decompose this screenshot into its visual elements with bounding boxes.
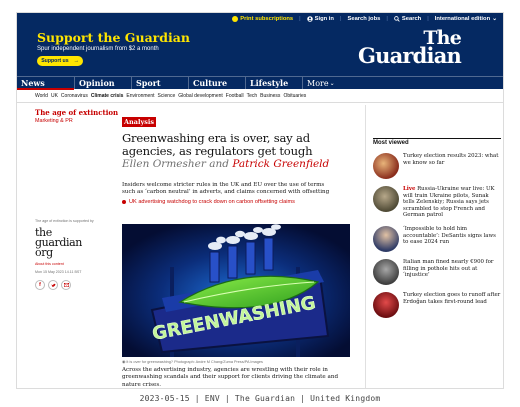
thumbnail [373,258,399,285]
subnav-environment[interactable]: Environment [126,93,154,99]
twitter-icon[interactable] [48,280,58,290]
chevron-down-icon: ⌄ [492,16,497,22]
greenwashing-illustration: GREENWASHING [122,224,350,357]
author-ellen-ormesher[interactable]: Ellen Ormesher [122,158,206,170]
subnav-climate-crisis[interactable]: Climate crisis [91,93,124,99]
subnav-science[interactable]: Science [158,93,176,99]
chevron-down-icon: ⌄ [329,79,335,87]
subnav-obituaries[interactable]: Obituaries [283,93,306,99]
most-viewed-item[interactable]: Turkey election results 2023: what we kn… [373,153,501,179]
user-icon [306,16,313,22]
search-icon [394,16,400,22]
nav-sport[interactable]: Sport [132,77,189,89]
sub-nav: World UK Coronavirus Climate crisis Envi… [17,90,503,103]
subnav-coronavirus[interactable]: Coronavirus [61,93,88,99]
most-viewed-item[interactable]: Turkey election goes to runoff after Erd… [373,291,501,318]
subnav-tech[interactable]: Tech [247,93,258,99]
nav-news[interactable]: News [17,77,75,90]
arrow-right-icon: → [73,58,79,64]
share-buttons: f [35,280,115,290]
subscriptions-icon [232,16,239,22]
pillar-nav: News Opinion Sport Culture Lifestyle Mor… [17,76,503,90]
nav-opinion[interactable]: Opinion [75,77,132,89]
search-link[interactable]: Search [394,16,421,22]
standfirst: Insiders welcome stricter rules in the U… [122,182,330,195]
article-headline: Greenwashing era is over, say ad agencie… [122,131,313,158]
email-icon[interactable] [61,280,71,290]
guardian-org-logo[interactable]: the guardian org [35,227,115,258]
thumbnail [373,186,399,212]
author-patrick-greenfield[interactable]: Patrick Greenfield [232,158,329,170]
about-content-link[interactable]: About this content [35,262,115,266]
nav-culture[interactable]: Culture [189,77,246,89]
edition-selector[interactable]: International edition ⌄ [435,16,497,22]
column-divider [365,105,366,388]
article-body: Across the advertising industry, agencie… [122,367,339,388]
most-viewed-item[interactable]: ‘Impossible to hold him accountable’: De… [373,225,501,252]
thumbnail [373,153,399,179]
nav-more[interactable]: More ⌄ [303,77,343,89]
image-caption: ◉ It is over for greenwashing? Photograp… [122,360,263,364]
series-title[interactable]: The age of extinction [35,109,119,117]
most-viewed-item[interactable]: Live Russia-Ukraine war live: UK will tr… [373,186,501,219]
sign-in-link[interactable]: Sign in [306,16,334,22]
series-meta: The age of extinction Marketing & PR [35,109,119,125]
support-title: Support the Guardian [37,30,190,45]
subnav-business[interactable]: Business [260,93,280,99]
top-bar: Print subscriptions | Sign in | Search j… [232,16,497,22]
series-subtitle[interactable]: Marketing & PR [35,118,119,124]
support-us-button[interactable]: Support us → [37,56,83,66]
subnav-uk[interactable]: UK [51,93,58,99]
search-jobs-link[interactable]: Search jobs [347,16,380,22]
print-subscriptions-link[interactable]: Print subscriptions [232,16,293,22]
guardian-logo[interactable]: The Guardian [358,29,462,67]
thumbnail [373,225,399,252]
byline: Ellen Ormesher and Patrick Greenfield [122,158,330,170]
hero-image: GREENWASHING [122,224,350,357]
related-link[interactable]: UK advertising watchdog to crack down on… [122,199,354,205]
support-subtitle: Spur independent journalism from $2 a mo… [37,46,159,52]
most-viewed-item[interactable]: Italian man fined nearly €900 for fillin… [373,258,501,285]
page-frame: Print subscriptions | Sign in | Search j… [16,12,504,389]
facebook-icon[interactable]: f [35,280,45,290]
analysis-kicker[interactable]: Analysis [122,117,157,127]
thumbnail [373,291,399,318]
bullet-icon [122,200,126,204]
image-footer-caption: 2023-05-15 | ENV | The Guardian | United… [139,394,381,403]
most-viewed-title: Most viewed [373,138,501,146]
subnav-world[interactable]: World [35,93,48,99]
subnav-global-development[interactable]: Global development [178,93,222,99]
supporter-panel: The age of extinction is supported by th… [35,219,115,290]
article-header: Analysis Greenwashing era is over, say a… [122,111,354,205]
most-viewed: Most viewed Turkey election results 2023… [373,138,501,318]
supported-by-label: The age of extinction is supported by [35,219,94,223]
nav-lifestyle[interactable]: Lifestyle [246,77,303,89]
publish-date: Mon 15 May 2023 14.11 BST [35,270,82,274]
masthead: Print subscriptions | Sign in | Search j… [17,13,503,76]
subnav-football[interactable]: Football [226,93,244,99]
